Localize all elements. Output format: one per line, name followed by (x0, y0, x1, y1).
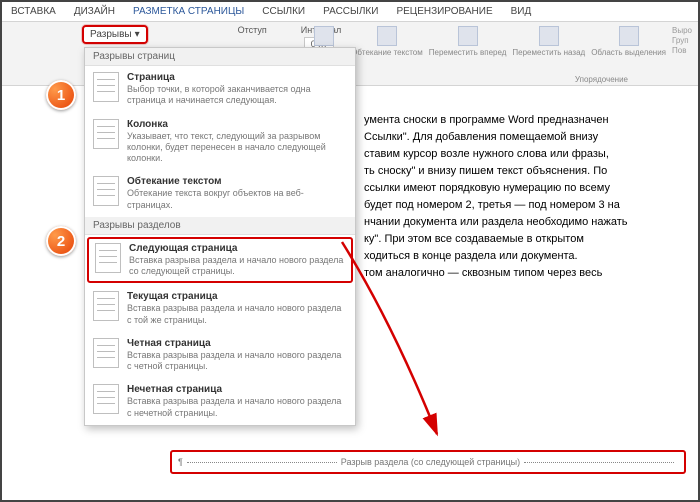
bring-forward-button[interactable]: Переместить вперед (429, 26, 507, 57)
tab-design[interactable]: ДИЗАЙН (65, 2, 124, 21)
break-text-wrap-item[interactable]: Обтекание текстомОбтекание текста вокруг… (85, 170, 355, 217)
tab-page-layout[interactable]: РАЗМЕТКА СТРАНИЦЫ (124, 2, 253, 21)
backward-icon (539, 26, 559, 46)
callout-badge-2: 2 (46, 226, 76, 256)
wrap-icon (377, 26, 397, 46)
continuous-icon (93, 291, 119, 321)
section-break-marker: ¶ Разрыв раздела (со следующей страницы) (170, 450, 686, 474)
break-next-page-item[interactable]: Следующая страницаВставка разрыва раздел… (87, 237, 353, 284)
arrange-group: Положение Обтекание текстом Переместить … (303, 26, 692, 57)
break-page-item[interactable]: СтраницаВыбор точки, в которой заканчива… (85, 66, 355, 113)
arrange-group-label: Упорядочение (575, 75, 628, 84)
dropdown-header-page-breaks: Разрывы страниц (85, 48, 355, 66)
forward-icon (458, 26, 478, 46)
callout-badge-1: 1 (46, 80, 76, 110)
next-page-icon (95, 243, 121, 273)
tab-insert[interactable]: ВСТАВКА (2, 2, 65, 21)
break-even-page-item[interactable]: Четная страницаВставка разрыва раздела и… (85, 332, 355, 379)
tab-view[interactable]: ВИД (502, 2, 541, 21)
column-break-icon (93, 119, 119, 149)
selection-pane-button[interactable]: Область выделения (591, 26, 666, 57)
ribbon-tabs: ВСТАВКА ДИЗАЙН РАЗМЕТКА СТРАНИЦЫ ССЫЛКИ … (2, 2, 698, 22)
break-continuous-item[interactable]: Текущая страницаВставка разрыва раздела … (85, 285, 355, 332)
tab-review[interactable]: РЕЦЕНЗИРОВАНИЕ (387, 2, 501, 21)
breaks-dropdown: Разрывы страниц СтраницаВыбор точки, в к… (84, 47, 356, 426)
break-odd-page-item[interactable]: Нечетная страницаВставка разрыва раздела… (85, 378, 355, 425)
pilcrow-icon: ¶ (178, 457, 183, 467)
send-backward-button[interactable]: Переместить назад (512, 26, 585, 57)
tab-mailings[interactable]: РАССЫЛКИ (314, 2, 387, 21)
align-button[interactable]: Выро (672, 26, 692, 35)
tab-references[interactable]: ССЫЛКИ (253, 2, 314, 21)
wrap-text-button[interactable]: Обтекание текстом (351, 26, 423, 57)
breaks-button[interactable]: Разрывы ▾ (82, 25, 148, 44)
chevron-down-icon: ▾ (135, 29, 140, 40)
even-page-icon (93, 338, 119, 368)
position-icon (314, 26, 334, 46)
dropdown-header-section-breaks: Разрывы разделов (85, 217, 355, 235)
odd-page-icon (93, 384, 119, 414)
breaks-label: Разрывы (90, 29, 132, 40)
page-break-icon (93, 72, 119, 102)
section-break-label: Разрыв раздела (со следующей страницы) (341, 457, 520, 467)
rotate-button[interactable]: Пов (672, 46, 692, 55)
text-wrap-icon (93, 176, 119, 206)
group-button[interactable]: Груп (672, 36, 692, 45)
selection-icon (619, 26, 639, 46)
indent-label: Отступ (238, 25, 267, 35)
break-column-item[interactable]: КолонкаУказывает, что текст, следующий з… (85, 113, 355, 171)
